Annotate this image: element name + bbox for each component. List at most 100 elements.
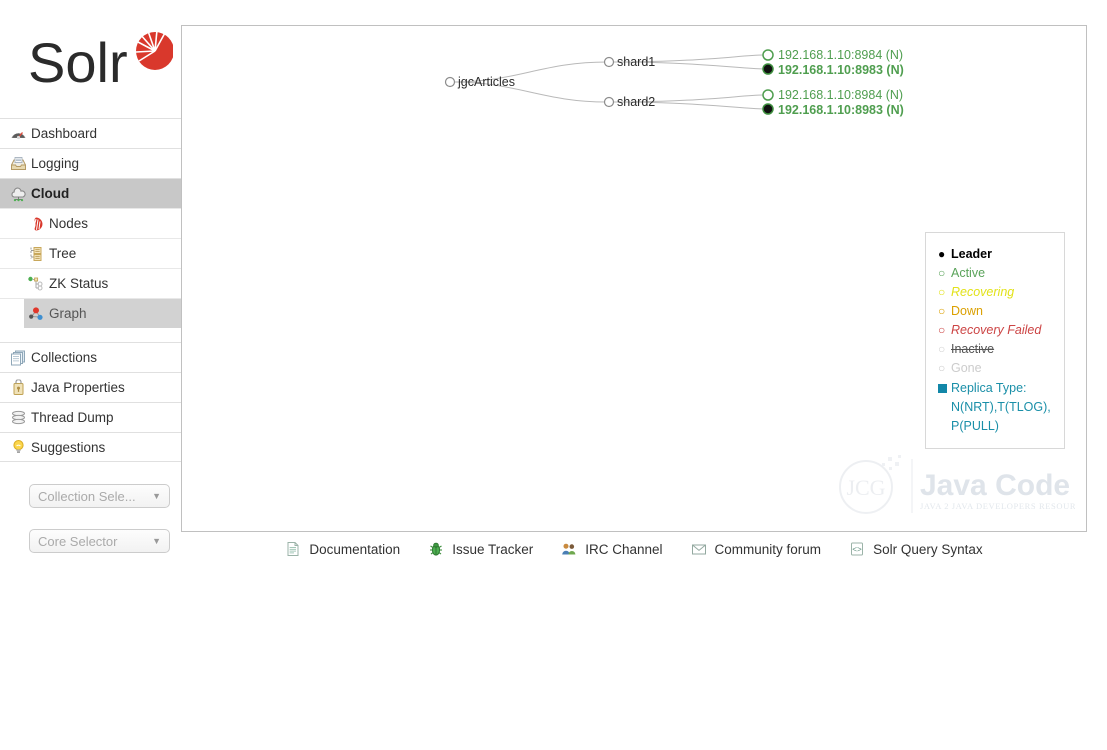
graph-node-replica-leader[interactable]: 192.168.1.10:8983 (N) bbox=[762, 63, 904, 77]
sidebar-item-tree[interactable]: Tree bbox=[0, 238, 181, 268]
sidebar-item-label: Tree bbox=[49, 246, 77, 261]
footer-link-solr-query-syntax[interactable]: <> Solr Query Syntax bbox=[849, 541, 983, 557]
svg-text:shard1: shard1 bbox=[617, 55, 655, 69]
replica-type-line1: N(NRT),T(TLOG), bbox=[951, 400, 1051, 414]
sidebar-item-graph[interactable]: Graph bbox=[0, 298, 181, 328]
sidebar-item-label: Cloud bbox=[31, 186, 70, 201]
legend-item-replica-type: Replica Type: N(NRT),T(TLOG), P(PULL) bbox=[938, 379, 1054, 436]
svg-text:<>: <> bbox=[852, 546, 862, 555]
bug-icon bbox=[428, 541, 444, 557]
sidebar-item-logging[interactable]: Logging bbox=[0, 148, 181, 178]
legend-replica-type-text: Replica Type: N(NRT),T(TLOG), P(PULL) bbox=[951, 379, 1051, 436]
sidebar-item-nodes[interactable]: Nodes bbox=[0, 208, 181, 238]
footer-link-irc-channel[interactable]: IRC Channel bbox=[561, 541, 663, 557]
core-selector-label: Core Selector bbox=[38, 533, 118, 549]
cloud-graph-panel: jgcArticles shard1 shard2 192.168.1.10:8… bbox=[181, 25, 1087, 532]
collection-selector-dropdown[interactable]: Collection Sele... ▼ bbox=[29, 484, 170, 508]
footer-link-issue-tracker[interactable]: Issue Tracker bbox=[428, 541, 533, 557]
nodes-icon bbox=[28, 216, 44, 232]
footer-link-label: Solr Query Syntax bbox=[873, 541, 983, 557]
graph-node-shard1[interactable]: shard1 bbox=[603, 55, 656, 69]
code-icon: <> bbox=[849, 541, 865, 557]
chevron-down-icon: ▼ bbox=[152, 536, 161, 546]
sidebar-item-dashboard[interactable]: Dashboard bbox=[0, 118, 181, 148]
document-icon bbox=[285, 541, 301, 557]
suggestions-icon bbox=[10, 439, 27, 456]
collection-selector-label: Collection Sele... bbox=[38, 488, 136, 504]
replica-type-title: Replica Type: bbox=[951, 381, 1027, 395]
legend-label: Gone bbox=[951, 361, 982, 375]
footer-link-community-forum[interactable]: Community forum bbox=[691, 541, 821, 557]
people-icon bbox=[561, 541, 577, 557]
inactive-marker-icon: ○ bbox=[938, 342, 946, 356]
active-marker-icon: ○ bbox=[938, 266, 946, 280]
sidebar-item-cloud[interactable]: Cloud bbox=[0, 178, 181, 208]
sidebar-nav: Dashboard Logging Cloud Nodes Tree ZK St… bbox=[0, 118, 181, 462]
sidebar-item-label: Dashboard bbox=[31, 126, 98, 141]
legend-item-recovery-failed: ○ Recovery Failed bbox=[938, 321, 1054, 340]
sidebar-item-label: Java Properties bbox=[31, 380, 125, 395]
recovery-failed-marker-icon: ○ bbox=[938, 323, 946, 337]
java-properties-icon bbox=[10, 378, 27, 396]
legend-label: Leader bbox=[951, 247, 992, 261]
sidebar-item-label: Suggestions bbox=[31, 439, 106, 455]
legend-label: Inactive bbox=[951, 342, 995, 356]
legend-item-down: ○ Down bbox=[938, 302, 1054, 321]
sidebar-item-label: Collections bbox=[31, 350, 98, 365]
svg-text:192.168.1.10:8983 (N): 192.168.1.10:8983 (N) bbox=[778, 63, 904, 77]
svg-text:Solr: Solr bbox=[28, 31, 128, 94]
graph-icon bbox=[28, 306, 44, 322]
graph-node-replica[interactable]: 192.168.1.10:8984 (N) bbox=[762, 48, 903, 62]
thread-dump-icon bbox=[10, 409, 27, 426]
chevron-down-icon: ▼ bbox=[152, 491, 161, 501]
svg-text:192.168.1.10:8984 (N): 192.168.1.10:8984 (N) bbox=[778, 88, 903, 102]
footer-link-documentation[interactable]: Documentation bbox=[285, 541, 400, 557]
svg-text:192.168.1.10:8984 (N): 192.168.1.10:8984 (N) bbox=[778, 48, 903, 62]
dashboard-icon bbox=[10, 125, 27, 142]
footer-link-label: Documentation bbox=[309, 541, 401, 557]
sidebar-item-label: Nodes bbox=[49, 216, 89, 231]
sidebar-item-label: Thread Dump bbox=[31, 410, 114, 425]
tree-icon bbox=[28, 246, 44, 262]
legend-label: Recovering bbox=[951, 285, 1015, 299]
sidebar-item-suggestions[interactable]: Suggestions bbox=[0, 432, 181, 462]
sidebar-item-zk-status[interactable]: ZK Status bbox=[0, 268, 181, 298]
legend-item-active: ○ Active bbox=[938, 264, 1054, 283]
legend-label: Down bbox=[951, 304, 983, 318]
replica-type-square-icon bbox=[938, 379, 951, 393]
svg-text:shard2: shard2 bbox=[617, 95, 655, 109]
svg-text:192.168.1.10:8983 (N): 192.168.1.10:8983 (N) bbox=[778, 103, 904, 117]
sidebar-item-label: Graph bbox=[49, 306, 87, 321]
graph-legend: ● Leader ○ Active ○ Recovering ○ Down ○ … bbox=[925, 232, 1065, 449]
legend-label: Recovery Failed bbox=[951, 323, 1042, 337]
sidebar-item-thread-dump[interactable]: Thread Dump bbox=[0, 402, 181, 432]
nav-gap bbox=[0, 328, 181, 342]
core-selector-dropdown[interactable]: Core Selector ▼ bbox=[29, 529, 170, 553]
replica-type-line2: P(PULL) bbox=[951, 419, 999, 433]
graph-node-replica-leader[interactable]: 192.168.1.10:8983 (N) bbox=[762, 103, 904, 117]
legend-item-gone: ○ Gone bbox=[938, 359, 1054, 378]
logging-icon bbox=[10, 155, 27, 172]
sidebar: Solr Dashboard Logging Cloud Nodes Tree … bbox=[0, 0, 181, 750]
leader-marker-icon: ● bbox=[938, 247, 946, 261]
footer-link-label: Issue Tracker bbox=[452, 541, 534, 557]
svg-text:jgcArticles: jgcArticles bbox=[457, 75, 515, 89]
envelope-icon bbox=[691, 541, 707, 557]
zk-status-icon bbox=[28, 276, 44, 292]
gone-marker-icon: ○ bbox=[938, 361, 946, 375]
solr-logo[interactable]: Solr bbox=[28, 24, 173, 100]
graph-node-replica[interactable]: 192.168.1.10:8984 (N) bbox=[762, 88, 903, 102]
legend-item-inactive: ○ Inactive bbox=[938, 340, 1054, 359]
sidebar-item-collections[interactable]: Collections bbox=[0, 342, 181, 372]
sidebar-item-java-properties[interactable]: Java Properties bbox=[0, 372, 181, 402]
graph-node-shard2[interactable]: shard2 bbox=[603, 95, 656, 109]
cloud-submenu: Nodes Tree ZK Status Graph bbox=[0, 208, 181, 328]
footer-links: Documentation Issue Tracker IRC Channel … bbox=[181, 533, 1087, 565]
footer-link-label: IRC Channel bbox=[585, 541, 663, 557]
cloud-icon bbox=[10, 185, 27, 202]
collections-icon bbox=[10, 349, 27, 366]
legend-item-recovering: ○ Recovering bbox=[938, 283, 1054, 302]
legend-label: Active bbox=[951, 266, 986, 280]
sidebar-item-label: Logging bbox=[31, 156, 80, 171]
recovering-marker-icon: ○ bbox=[938, 285, 946, 299]
